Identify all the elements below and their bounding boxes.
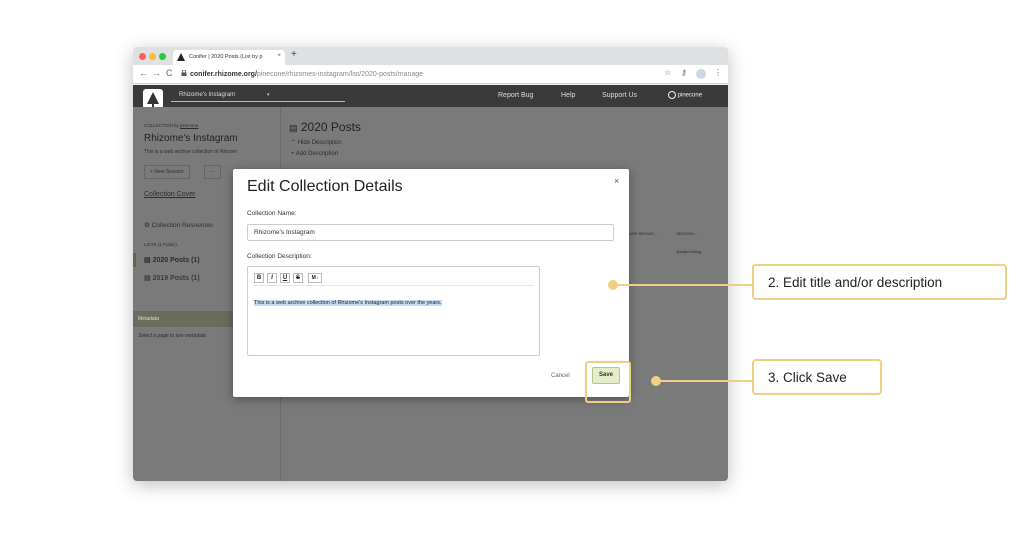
collection-cover-link[interactable]: Collection Cover bbox=[144, 191, 195, 198]
cancel-button[interactable]: Cancel bbox=[551, 373, 570, 379]
key-icon[interactable]: ⚷ bbox=[681, 68, 687, 77]
italic-button[interactable]: I bbox=[267, 273, 277, 283]
new-tab-button[interactable]: + bbox=[291, 49, 297, 60]
callout-edit-title: 2. Edit title and/or description bbox=[752, 264, 1007, 300]
bookmark-star-icon[interactable]: ☆ bbox=[664, 68, 671, 77]
user-name: pinecone bbox=[677, 92, 703, 99]
report-bug-link[interactable]: Report Bug bbox=[498, 92, 533, 99]
metadata-hint: Select a page to see metadata bbox=[138, 333, 206, 339]
active-list-indicator bbox=[133, 253, 136, 267]
markdown-button[interactable]: M↓ bbox=[308, 273, 322, 283]
close-window-button[interactable] bbox=[139, 53, 146, 60]
callout-line-save bbox=[656, 380, 752, 382]
chevron-up-icon: ⌃ bbox=[291, 140, 297, 146]
hide-description-link[interactable]: ⌃ Hide Description bbox=[291, 139, 342, 146]
list-item-2020-posts[interactable]: ▤ 2020 Posts (1) bbox=[144, 256, 200, 264]
help-link[interactable]: Help bbox=[561, 92, 575, 99]
collection-description-label: Collection Description: bbox=[247, 253, 312, 260]
tab-strip: Conifer | 2020 Posts (List by p × + bbox=[133, 47, 728, 65]
lock-icon bbox=[181, 69, 187, 76]
resources-icon: ⚙ bbox=[144, 222, 150, 229]
user-menu[interactable]: pinecone bbox=[668, 91, 702, 99]
description-editor[interactable]: B I U S M↓ This is a web archive collect… bbox=[247, 266, 540, 356]
profile-avatar-icon[interactable] bbox=[696, 69, 706, 79]
save-highlight-box bbox=[585, 361, 631, 403]
support-us-link[interactable]: Support Us bbox=[602, 92, 637, 99]
collection-by-label: COLLECTION by pinecone bbox=[144, 123, 199, 128]
new-session-button[interactable]: + New Session bbox=[144, 165, 190, 179]
edit-collection-modal: Edit Collection Details × Collection Nam… bbox=[233, 169, 631, 403]
collection-description: This is a web archive collection of Rhiz… bbox=[144, 149, 237, 155]
list-item-2019-posts[interactable]: ▤ 2019 Posts (1) bbox=[144, 274, 200, 282]
list-title: ▤ 2020 Posts bbox=[289, 120, 361, 134]
add-description-link[interactable]: + Add Description bbox=[291, 151, 338, 157]
forward-icon[interactable]: → bbox=[152, 68, 161, 78]
column-header-session[interactable]: SESSION ... bbox=[676, 231, 698, 236]
callout-click-save: 3. Click Save bbox=[752, 359, 882, 395]
list-title-icon: ▤ bbox=[289, 123, 298, 133]
tab-title: Conifer | 2020 Posts (List by p bbox=[189, 54, 263, 60]
underline-button[interactable]: U bbox=[280, 273, 290, 283]
collection-resources-link[interactable]: ⚙ Collection Resources bbox=[144, 221, 213, 229]
collection-name-label: Collection Name: bbox=[247, 210, 297, 217]
close-icon[interactable]: × bbox=[614, 176, 619, 186]
more-button[interactable]: ··· bbox=[204, 165, 221, 179]
tutorial-stage: Conifer | 2020 Posts (List by p × + ← → … bbox=[0, 0, 1024, 534]
reload-icon[interactable]: C bbox=[166, 68, 173, 78]
browser-menu-icon[interactable]: ⋮ bbox=[714, 68, 722, 77]
session-cell: @daijirtmthwg bbox=[676, 249, 702, 254]
collection-title: Rhizome's Instagram bbox=[144, 133, 238, 144]
collection-selector[interactable]: Rhizome's Instagram ▾ bbox=[171, 90, 345, 102]
address-bar[interactable]: conifer.rhizome.org/pinecone/rhizomes-in… bbox=[181, 67, 661, 81]
modal-title: Edit Collection Details bbox=[247, 178, 403, 195]
lists-header: LISTS (1 Public) bbox=[144, 242, 177, 247]
list-icon: ▤ bbox=[144, 275, 151, 282]
minimize-window-button[interactable] bbox=[149, 53, 156, 60]
callout-line-edit bbox=[613, 284, 752, 286]
callout-dot-edit bbox=[608, 280, 618, 290]
app-header: Rhizome's Instagram ▾ Report Bug Help Su… bbox=[133, 85, 728, 109]
tab-close-icon[interactable]: × bbox=[277, 53, 281, 59]
column-header-browser[interactable]: URE BROWS... bbox=[629, 231, 657, 236]
conifer-logo-icon[interactable] bbox=[143, 89, 163, 109]
collection-select-label: Rhizome's Instagram bbox=[179, 92, 236, 98]
collection-name-input[interactable]: Rhizome's Instagram bbox=[247, 224, 614, 241]
editor-toolbar: B I U S M↓ bbox=[254, 273, 534, 286]
description-text[interactable]: This is a web archive collection of Rhiz… bbox=[254, 300, 442, 306]
browser-tab[interactable]: Conifer | 2020 Posts (List by p × bbox=[173, 50, 285, 65]
zoom-window-button[interactable] bbox=[159, 53, 166, 60]
url-domain: conifer.rhizome.org/ bbox=[190, 71, 257, 78]
conifer-tab-icon bbox=[177, 53, 185, 61]
browser-toolbar: ← → C conifer.rhizome.org/pinecone/rhizo… bbox=[133, 65, 728, 84]
strikethrough-button[interactable]: S bbox=[293, 273, 303, 283]
back-icon[interactable]: ← bbox=[139, 68, 148, 78]
user-icon bbox=[668, 91, 676, 99]
url-path: pinecone/rhizomes-instagram/list/2020-po… bbox=[256, 71, 424, 78]
list-icon: ▤ bbox=[144, 257, 151, 264]
callout-dot-save bbox=[651, 376, 661, 386]
bold-button[interactable]: B bbox=[254, 273, 264, 283]
chevron-down-icon: ▾ bbox=[267, 92, 270, 98]
